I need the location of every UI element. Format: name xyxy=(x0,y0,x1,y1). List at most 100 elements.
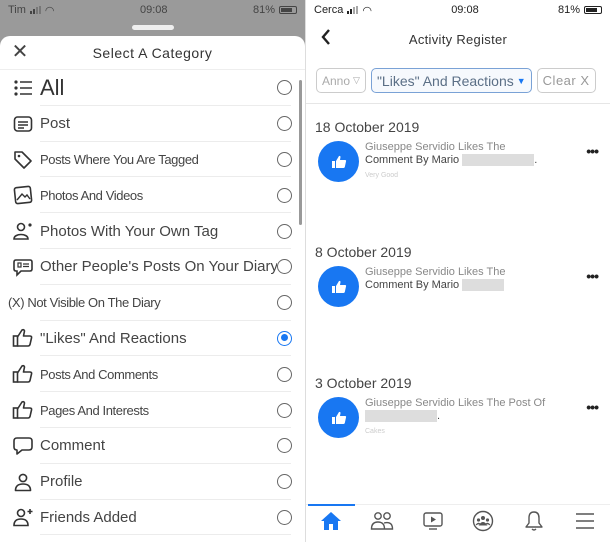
radio-unselected[interactable] xyxy=(277,151,292,167)
clear-filter-button[interactable]: Clear X xyxy=(536,68,596,93)
category-label: "Likes" And Reactions xyxy=(40,329,187,347)
friends-icon xyxy=(370,511,394,536)
category-item[interactable]: Profile xyxy=(0,464,305,500)
back-button[interactable] xyxy=(320,28,340,50)
thumbs-up-icon xyxy=(331,280,346,293)
sheet-grabber[interactable] xyxy=(131,24,174,30)
bottom-tab-bar xyxy=(306,504,610,542)
tab-home[interactable] xyxy=(306,504,357,542)
scrollbar[interactable] xyxy=(299,80,302,225)
category-item[interactable]: All xyxy=(0,70,305,106)
category-item[interactable]: Pages And Interests xyxy=(0,392,305,428)
close-button[interactable]: ✕ xyxy=(10,42,30,62)
category-item[interactable]: Other People's Posts On Your Diary xyxy=(0,249,305,285)
tab-watch[interactable] xyxy=(407,505,458,542)
watch-icon xyxy=(422,511,444,536)
tab-menu[interactable] xyxy=(559,505,610,542)
caret-down-icon: ▼ xyxy=(516,75,526,86)
signal-icon xyxy=(347,6,359,14)
thumbs-up-icon xyxy=(12,399,34,421)
category-list: All Post Posts Where You Are Tagged Photos … xyxy=(0,70,305,536)
thumbs-up-icon xyxy=(331,155,346,168)
category-label: All xyxy=(40,74,65,100)
year-filter-label: Anno xyxy=(322,73,351,88)
day-group: 8 October 2019 Giuseppe Servidio Likes Th… xyxy=(306,234,610,307)
more-options-button[interactable]: ••• xyxy=(586,143,599,159)
category-item[interactable]: Friends Added xyxy=(0,500,305,536)
wifi-icon: ◠ xyxy=(362,4,372,17)
radio-unselected[interactable] xyxy=(277,509,292,525)
category-label: Photos With Your Own Tag xyxy=(40,222,219,240)
more-options-button[interactable]: ••• xyxy=(586,268,599,284)
entry-subtext: Very Good xyxy=(365,172,399,179)
thumbs-up-icon xyxy=(331,411,346,424)
tag-icon xyxy=(12,148,34,170)
activity-entry[interactable]: Giuseppe Servidio Likes The Comment By Ma… xyxy=(306,266,610,307)
category-item[interactable]: Posts And Comments xyxy=(0,356,305,392)
radio-unselected[interactable] xyxy=(277,187,292,203)
category-filter-label: "Likes" And Reactions xyxy=(376,72,514,89)
person-tag-icon xyxy=(12,220,34,242)
tab-friends[interactable] xyxy=(357,505,408,542)
category-label: Profile xyxy=(40,473,83,491)
profile-icon xyxy=(12,471,34,493)
battery-percent: 81% xyxy=(557,4,580,16)
day-group: 18 October 2019 Giuseppe Servidio Likes T… xyxy=(306,109,610,182)
groups-icon xyxy=(472,510,494,537)
radio-unselected[interactable] xyxy=(277,295,292,311)
category-label: Posts Where You Are Tagged xyxy=(40,151,199,167)
category-label: Comment xyxy=(40,437,106,455)
category-item[interactable]: Photos And Videos xyxy=(0,177,305,213)
radio-unselected[interactable] xyxy=(277,474,292,490)
tab-notifications[interactable] xyxy=(509,505,560,542)
day-date: 8 October 2019 xyxy=(315,244,412,260)
status-bar: Cerca ◠ 09:08 81% xyxy=(306,0,610,20)
radio-unselected[interactable] xyxy=(277,259,292,275)
year-filter[interactable]: Anno ▽ xyxy=(316,68,366,93)
redacted-name xyxy=(462,154,535,167)
list-icon xyxy=(12,77,34,99)
clock: 09:08 xyxy=(451,4,479,16)
post-icon xyxy=(12,113,34,135)
activity-entry[interactable]: Giuseppe Servidio Likes The Comment By Ma… xyxy=(306,141,610,182)
clear-filter-label: Clear X xyxy=(542,73,590,88)
battery-icon xyxy=(279,6,297,14)
category-label: (X) Not Visible On The Diary xyxy=(8,295,161,311)
redacted-name xyxy=(365,410,437,423)
entry-line1: Giuseppe Servidio Likes The xyxy=(365,266,506,278)
chat-post-icon xyxy=(12,256,34,278)
sheet-title: Select A Category xyxy=(92,44,213,61)
radio-unselected[interactable] xyxy=(277,438,292,454)
category-label: Post xyxy=(40,115,71,133)
radio-unselected[interactable] xyxy=(277,366,292,382)
category-item[interactable]: Comment xyxy=(0,428,305,464)
category-label: Photos And Videos xyxy=(40,187,143,203)
category-item[interactable]: "Likes" And Reactions xyxy=(0,321,305,357)
activity-entry[interactable]: Giuseppe Servidio Likes The Post Of. Cake… xyxy=(306,397,610,438)
category-filter[interactable]: "Likes" And Reactions ▼ xyxy=(370,68,532,93)
category-label: Posts And Comments xyxy=(40,366,158,382)
radio-unselected[interactable] xyxy=(277,80,292,96)
day-date: 18 October 2019 xyxy=(315,119,420,135)
redacted-name xyxy=(462,279,505,292)
tab-groups[interactable] xyxy=(458,505,509,542)
category-item[interactable]: Post xyxy=(0,106,305,142)
notifications-icon xyxy=(524,510,544,537)
like-avatar xyxy=(318,397,359,438)
comment-icon xyxy=(12,435,34,457)
radio-unselected[interactable] xyxy=(277,402,292,418)
category-item[interactable]: Posts Where You Are Tagged xyxy=(0,142,305,178)
like-avatar xyxy=(318,266,359,307)
entry-line1: Giuseppe Servidio Likes The xyxy=(365,141,506,153)
more-icon: ••• xyxy=(586,143,599,159)
battery-percent: 81% xyxy=(252,4,275,16)
radio-unselected[interactable] xyxy=(277,223,292,239)
thumbs-up-icon xyxy=(12,363,34,385)
more-options-button[interactable]: ••• xyxy=(586,399,599,415)
carrier-label: Cerca xyxy=(314,4,344,16)
home-icon xyxy=(320,511,342,536)
radio-selected[interactable] xyxy=(277,330,292,346)
category-item[interactable]: (X) Not Visible On The Diary xyxy=(0,285,305,321)
category-item[interactable]: Photos With Your Own Tag xyxy=(0,213,305,249)
radio-unselected[interactable] xyxy=(277,116,292,132)
